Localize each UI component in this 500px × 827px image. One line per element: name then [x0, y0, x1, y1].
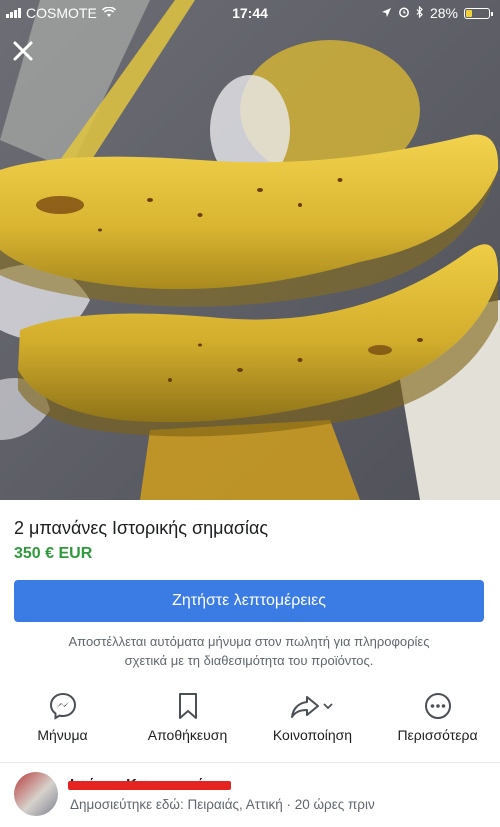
action-bar: Μήνυμα Αποθήκευση Κοινοποίηση Περισσότερ… — [0, 690, 500, 752]
note-line-1: Αποστέλλεται αυτόματα μήνυμα στον πωλητή… — [68, 634, 430, 649]
bananas-image — [0, 0, 500, 500]
alarm-icon — [398, 5, 410, 21]
messenger-icon — [46, 690, 80, 722]
name-redaction — [68, 781, 231, 790]
more-label: Περισσότερα — [397, 727, 478, 743]
save-label: Αποθήκευση — [147, 727, 228, 743]
battery-percent: 28% — [429, 5, 458, 21]
listing-title: 2 μπανάνες Ιστορικής σημασίας — [14, 518, 269, 538]
status-bar: COSMOTE 17:44 28% — [0, 0, 500, 26]
share-label: Κοινοποίηση — [272, 727, 353, 743]
posted-location: Δημοσιεύτηκε εδώ: Πειραιάς, Αττική · 20 … — [70, 797, 375, 812]
bluetooth-icon — [416, 5, 424, 21]
more-action[interactable]: Περισσότερα — [375, 690, 500, 752]
listing-photo[interactable] — [0, 0, 500, 500]
seller-name[interactable]: Ιωάννα Κωνσταντίνου — [68, 776, 231, 793]
message-action[interactable]: Μήνυμα — [0, 690, 125, 752]
location-arrow-icon — [381, 5, 392, 21]
close-icon — [13, 41, 33, 61]
seller-row[interactable]: Ιωάννα Κωνσταντίνου Δημοσιεύτηκε εδώ: Πε… — [14, 772, 375, 816]
close-button[interactable] — [8, 36, 38, 66]
listing-price: 350 € EUR — [14, 545, 93, 562]
bookmark-icon — [171, 690, 205, 722]
auto-message-note: Αποστέλλεται αυτόματα μήνυμα στον πωλητή… — [14, 632, 484, 670]
share-action[interactable]: Κοινοποίηση — [250, 690, 375, 752]
ask-details-button[interactable]: Ζητήστε λεπτομέρειες — [14, 580, 484, 622]
share-icon — [288, 690, 338, 722]
divider — [0, 762, 500, 763]
message-label: Μήνυμα — [37, 727, 88, 743]
more-icon — [421, 690, 455, 722]
seller-avatar[interactable] — [14, 772, 58, 816]
battery-icon — [464, 7, 493, 19]
note-line-2: σχετικά με τη διαθεσιμότητα του προϊόντο… — [124, 653, 374, 668]
save-action[interactable]: Αποθήκευση — [125, 690, 250, 752]
